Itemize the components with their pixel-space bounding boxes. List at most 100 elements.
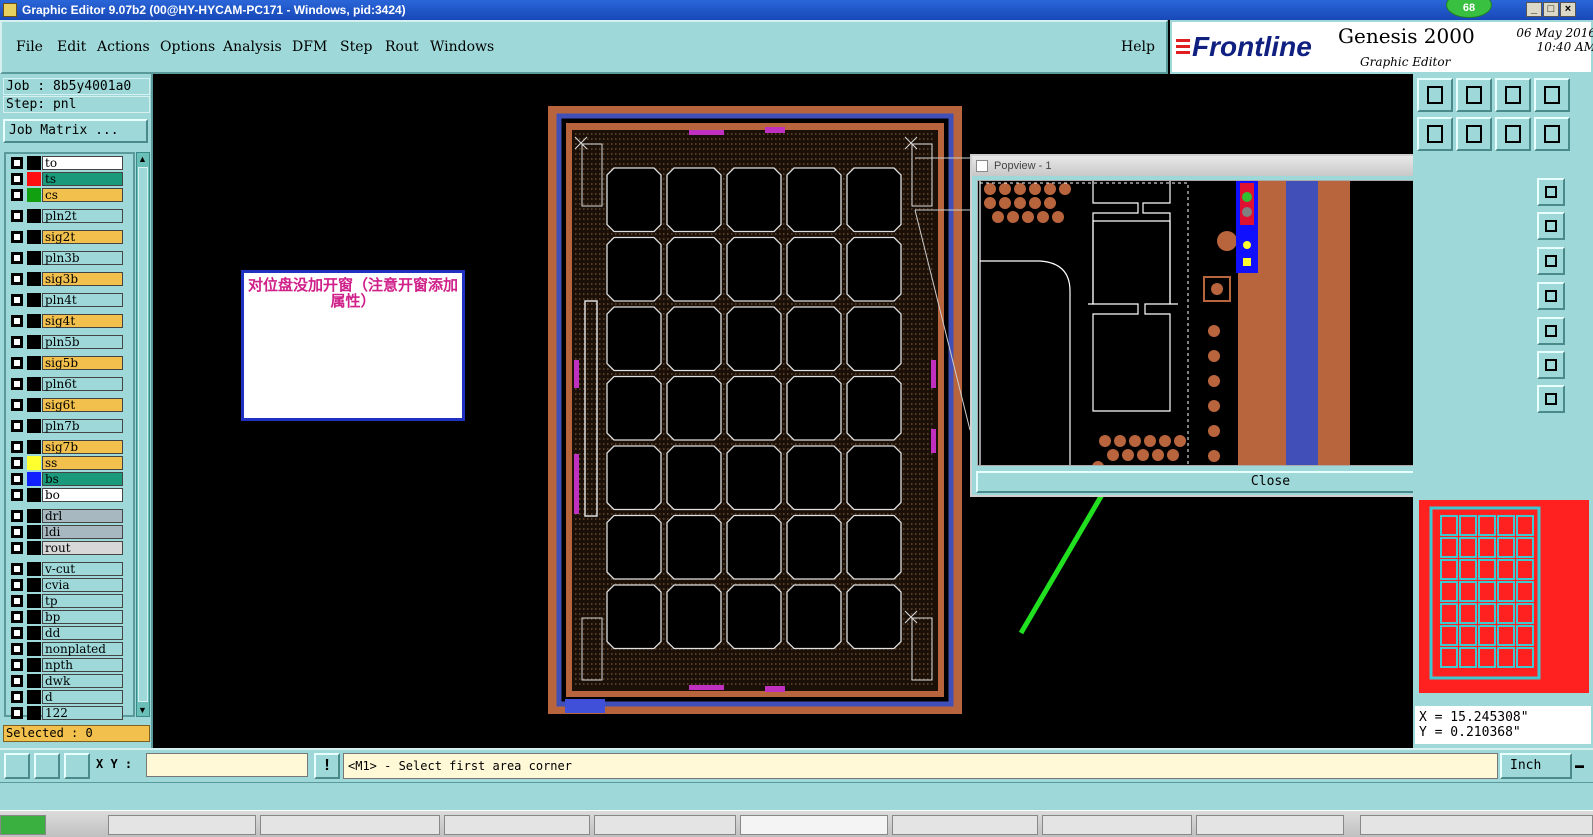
layer-checkbox[interactable]	[11, 611, 23, 623]
layer-name[interactable]: v-cut	[42, 562, 123, 576]
layer-checkbox[interactable]	[11, 691, 23, 703]
menu-options[interactable]: Options	[160, 39, 215, 55]
layer-name[interactable]: d	[42, 690, 123, 704]
swap-tool[interactable]	[1495, 117, 1531, 151]
layer-checkbox[interactable]	[11, 189, 23, 201]
right-tool[interactable]	[1456, 117, 1492, 151]
layer-checkbox[interactable]	[11, 378, 23, 390]
minimize-button[interactable]: _	[1526, 2, 1542, 17]
layer-name[interactable]: bs	[42, 472, 123, 486]
layer-checkbox[interactable]	[11, 542, 23, 554]
notification-badge[interactable]: 68	[1446, 0, 1492, 18]
layer-name[interactable]: sig2t	[42, 230, 123, 244]
taskbar-item-3[interactable]	[444, 815, 590, 835]
unit-selector[interactable]: Inch	[1500, 753, 1572, 779]
xy-input[interactable]	[146, 753, 308, 777]
layer-name[interactable]: pln3b	[42, 251, 123, 265]
layer-checkbox[interactable]	[11, 336, 23, 348]
taskbar-item-8[interactable]	[1196, 815, 1344, 835]
menu-windows[interactable]: Windows	[430, 39, 494, 55]
layer-name[interactable]: bp	[42, 610, 123, 624]
layer-checkbox[interactable]	[11, 627, 23, 639]
layer-checkbox[interactable]	[11, 675, 23, 687]
menu-edit[interactable]: Edit	[57, 39, 86, 55]
zoom-area-icon[interactable]	[4, 753, 30, 779]
layer-name[interactable]: ss	[42, 456, 123, 470]
layer-checkbox[interactable]	[11, 707, 23, 719]
layer-name[interactable]: nonplated	[42, 642, 123, 656]
side-tool-5[interactable]	[1537, 317, 1565, 345]
side-tool-6[interactable]	[1537, 351, 1565, 379]
layer-checkbox[interactable]	[11, 579, 23, 591]
scroll-thumb[interactable]	[138, 167, 148, 702]
layer-name[interactable]: sig3b	[42, 272, 123, 286]
layer-checkbox[interactable]	[11, 457, 23, 469]
layer-scrollbar[interactable]: ▲ ▼	[136, 152, 150, 717]
layer-name[interactable]: 122	[42, 706, 123, 720]
layer-name[interactable]: pln6t	[42, 377, 123, 391]
layer-checkbox[interactable]	[11, 510, 23, 522]
side-tool-2[interactable]	[1537, 212, 1565, 240]
layer-name[interactable]: ts	[42, 172, 123, 186]
layer-name[interactable]: drl	[42, 509, 123, 523]
menu-analysis[interactable]: Analysis	[223, 39, 282, 55]
menu-help[interactable]: Help	[1121, 39, 1155, 55]
menu-step[interactable]: Step	[340, 39, 372, 55]
start-button[interactable]	[0, 815, 46, 835]
layer-checkbox[interactable]	[11, 595, 23, 607]
layer-name[interactable]: pln2t	[42, 209, 123, 223]
side-tool-3[interactable]	[1537, 247, 1565, 275]
layer-name[interactable]: sig4t	[42, 314, 123, 328]
measure-tool[interactable]	[1534, 117, 1570, 151]
system-tray[interactable]	[1360, 815, 1593, 835]
layer-name[interactable]: to	[42, 156, 123, 170]
layer-name[interactable]: pln7b	[42, 419, 123, 433]
menu-rout[interactable]: Rout	[385, 39, 419, 55]
layer-checkbox[interactable]	[11, 399, 23, 411]
layer-checkbox[interactable]	[11, 473, 23, 485]
layer-checkbox[interactable]	[11, 357, 23, 369]
layer-checkbox[interactable]	[11, 252, 23, 264]
layer-name[interactable]: tp	[42, 594, 123, 608]
layer-checkbox[interactable]	[11, 489, 23, 501]
layer-name[interactable]: sig6t	[42, 398, 123, 412]
menu-file[interactable]: File	[16, 39, 43, 55]
layer-checkbox[interactable]	[11, 643, 23, 655]
layer-checkbox[interactable]	[11, 173, 23, 185]
layer-checkbox[interactable]	[11, 273, 23, 285]
grid-tool[interactable]	[1534, 78, 1570, 112]
layer-name[interactable]: sig5b	[42, 356, 123, 370]
menu-actions[interactable]: Actions	[97, 39, 150, 55]
layer-name[interactable]: rout	[42, 541, 123, 555]
measure-icon[interactable]	[34, 753, 60, 779]
layer-name[interactable]: cvia	[42, 578, 123, 592]
layer-checkbox[interactable]	[11, 441, 23, 453]
side-tool-1[interactable]	[1537, 178, 1565, 206]
maximize-button[interactable]: □	[1543, 2, 1559, 17]
left-tool[interactable]	[1417, 117, 1453, 151]
home-up-tool[interactable]	[1417, 78, 1453, 112]
side-tool-4[interactable]	[1537, 282, 1565, 310]
taskbar-item-1[interactable]	[108, 815, 256, 835]
layer-name[interactable]: bo	[42, 488, 123, 502]
menu-dfm[interactable]: DFM	[292, 39, 327, 55]
layer-checkbox[interactable]	[11, 526, 23, 538]
down-tool[interactable]	[1456, 78, 1492, 112]
close-window-button[interactable]: ×	[1560, 2, 1576, 17]
layer-checkbox[interactable]	[11, 294, 23, 306]
taskbar-item-2[interactable]	[260, 815, 440, 835]
layer-name[interactable]: sig7b	[42, 440, 123, 454]
layer-name[interactable]: cs	[42, 188, 123, 202]
taskbar-item-4[interactable]	[594, 815, 736, 835]
layer-checkbox[interactable]	[11, 315, 23, 327]
layer-name[interactable]: dwk	[42, 674, 123, 688]
job-matrix-button[interactable]: Job Matrix ...	[3, 119, 148, 143]
layer-checkbox[interactable]	[11, 659, 23, 671]
panel-overview-map[interactable]	[1419, 500, 1589, 693]
taskbar-item-7[interactable]	[1042, 815, 1192, 835]
layer-name[interactable]: dd	[42, 626, 123, 640]
scroll-up-icon[interactable]: ▲	[138, 153, 147, 165]
taskbar-item-6[interactable]	[892, 815, 1038, 835]
grid-snap-icon[interactable]	[64, 753, 90, 779]
alert-icon[interactable]: !	[314, 753, 340, 779]
